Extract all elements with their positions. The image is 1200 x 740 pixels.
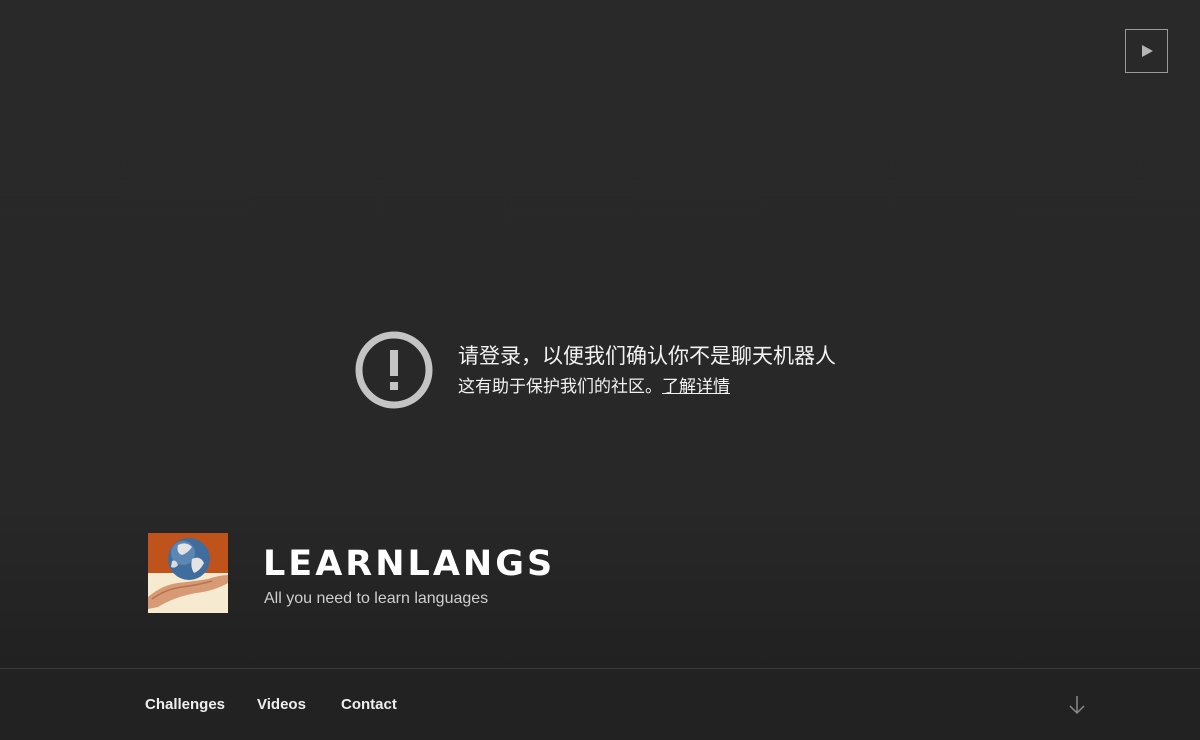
notice-title: 请登录，以便我们确认你不是聊天机器人	[458, 344, 836, 368]
exclamation-circle-icon	[355, 331, 433, 409]
play-icon	[1141, 45, 1153, 57]
notice-text: 请登录，以便我们确认你不是聊天机器人 这有助于保护我们的社区。了解详情	[458, 342, 836, 398]
nav-item-contact[interactable]: Contact	[341, 696, 397, 714]
nav-item-videos[interactable]: Videos	[257, 696, 306, 714]
main-navigation: Challenges Videos Contact	[0, 668, 1200, 740]
notice-subtitle-text: 这有助于保护我们的社区。	[458, 377, 662, 397]
arrow-down-icon	[1069, 696, 1085, 715]
site-logo[interactable]	[148, 533, 228, 613]
notice-subtitle: 这有助于保护我们的社区。了解详情	[458, 376, 836, 398]
globe-in-hand-logo	[148, 533, 228, 613]
page: 请登录，以便我们确认你不是聊天机器人 这有助于保护我们的社区。了解详情 LEAR…	[0, 0, 1200, 740]
bot-check-notice: 请登录，以便我们确认你不是聊天机器人 这有助于保护我们的社区。了解详情	[354, 330, 836, 410]
video-play-button[interactable]	[1125, 29, 1168, 73]
site-description: All you need to learn languages	[264, 590, 489, 607]
nav-item-challenges[interactable]: Challenges	[145, 696, 225, 714]
site-title[interactable]: LEARNLANGS	[263, 542, 555, 586]
learn-more-link[interactable]: 了解详情	[662, 377, 730, 397]
scroll-down-button[interactable]	[1066, 693, 1088, 717]
